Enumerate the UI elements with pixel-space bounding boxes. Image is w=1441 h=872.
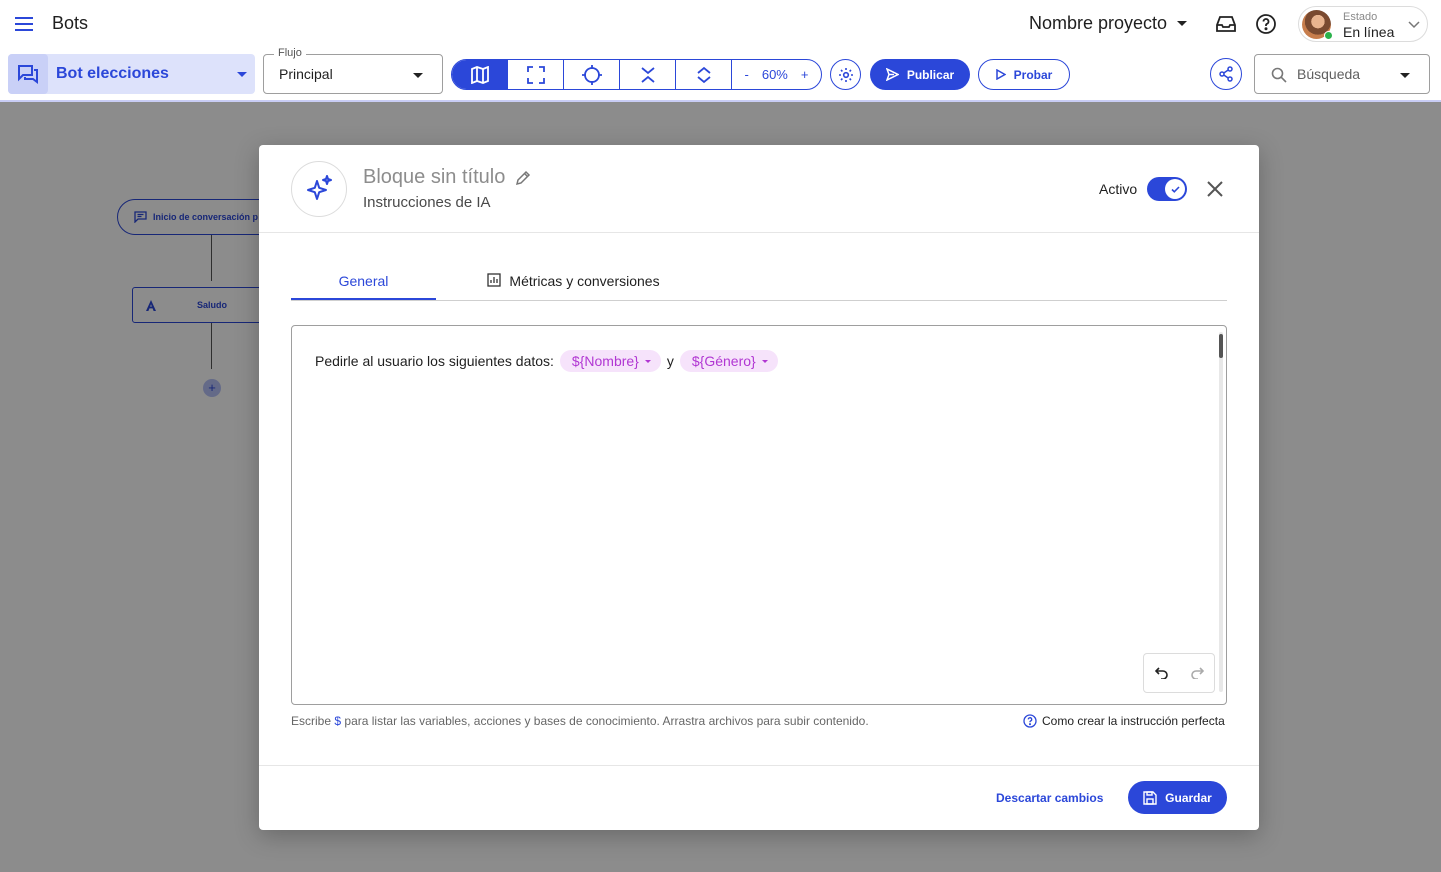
close-icon[interactable]: [1205, 179, 1225, 199]
share-button[interactable]: [1210, 58, 1242, 90]
expand-button[interactable]: [676, 60, 732, 89]
bot-name: Bot elecciones: [56, 65, 169, 82]
search-placeholder: Búsqueda: [1297, 66, 1361, 82]
map-view-button[interactable]: [452, 60, 508, 89]
scrollbar-thumb[interactable]: [1219, 334, 1223, 358]
block-type: Instrucciones de IA: [363, 194, 491, 211]
expand-icon: [696, 66, 711, 83]
fullscreen-icon: [526, 65, 545, 84]
instruction-text: Pedirle al usuario los siguientes datos:…: [315, 350, 778, 372]
map-icon: [470, 65, 489, 84]
variable-chip-label: ${Nombre}: [571, 353, 639, 369]
sparkles-icon: [307, 175, 332, 200]
editor-toolbar: Bot elecciones Flujo Principal - 60% + P…: [0, 47, 1441, 102]
test-label: Probar: [1013, 67, 1053, 82]
chat-bubbles-icon: [8, 54, 48, 94]
flow-legend: Flujo: [274, 47, 306, 59]
redo-icon[interactable]: [1190, 667, 1204, 679]
discard-button[interactable]: Descartar cambios: [996, 791, 1103, 805]
zoom-level: 60%: [761, 67, 788, 82]
hint-prefix: Escribe: [291, 714, 332, 728]
save-label: Guardar: [1165, 790, 1212, 805]
project-name: Nombre proyecto: [1029, 13, 1168, 33]
ai-block-avatar: [291, 161, 347, 217]
collapse-icon: [640, 66, 655, 83]
tab-general[interactable]: General: [291, 273, 436, 300]
chevron-down-icon: [1400, 73, 1410, 78]
hint-suffix: para listar las variables, acciones y ba…: [344, 714, 869, 728]
instruction-help-link[interactable]: Como crear la instrucción perfecta: [1023, 714, 1225, 728]
tab-general-label: General: [338, 273, 389, 289]
test-button[interactable]: Probar: [978, 59, 1070, 90]
search-icon: [1271, 67, 1287, 83]
save-icon: [1143, 790, 1157, 805]
canvas-view-controls: - 60% +: [451, 59, 822, 90]
status-label: Estado: [1343, 11, 1378, 23]
collapse-button[interactable]: [620, 60, 676, 89]
bot-selector[interactable]: Bot elecciones: [8, 54, 255, 94]
chevron-down-icon: [413, 73, 423, 78]
search-input[interactable]: Búsqueda: [1254, 54, 1430, 94]
crosshair-icon: [581, 64, 602, 85]
online-indicator: [1324, 31, 1333, 40]
status-selector[interactable]: Estado En línea: [1298, 6, 1428, 42]
pencil-icon[interactable]: [515, 170, 531, 186]
variable-chip-label: ${Género}: [691, 353, 756, 369]
chevron-down-icon: [1177, 21, 1188, 26]
gear-icon: [838, 67, 853, 82]
send-icon: [885, 68, 899, 81]
help-icon[interactable]: [1255, 13, 1277, 35]
help-link-label: Como crear la instrucción perfecta: [1042, 714, 1225, 728]
chevron-down-icon: [1408, 21, 1420, 29]
chevron-down-icon: [761, 359, 768, 363]
check-icon: [1165, 179, 1185, 199]
variable-chip-nombre[interactable]: ${Nombre}: [559, 350, 661, 372]
publish-label: Publicar: [906, 67, 955, 82]
instruction-connector: y: [666, 353, 674, 369]
chevron-down-icon: [644, 359, 651, 363]
status-value: En línea: [1343, 24, 1395, 40]
publish-button[interactable]: Publicar: [870, 59, 970, 90]
instruction-prefix: Pedirle al usuario los siguientes datos:: [315, 353, 554, 369]
block-title-text: Bloque sin título: [363, 166, 506, 188]
question-circle-icon: [1023, 714, 1037, 728]
zoom-in-button[interactable]: +: [801, 67, 809, 82]
zoom-out-button[interactable]: -: [745, 67, 749, 82]
app-title: Bots: [52, 13, 89, 33]
fit-screen-button[interactable]: [508, 60, 564, 89]
instruction-editor[interactable]: Pedirle al usuario los siguientes datos:…: [291, 325, 1227, 705]
block-editor-dialog: Bloque sin título Instrucciones de IA Ac…: [259, 145, 1259, 830]
chevron-down-icon: [237, 72, 247, 77]
flow-select[interactable]: Flujo Principal: [263, 47, 443, 94]
active-label: Activo: [1099, 181, 1138, 197]
hint-symbol: $: [334, 714, 342, 728]
dialog-tabs: General Métricas y conversiones: [291, 273, 1227, 301]
dialog-header: Bloque sin título Instrucciones de IA Ac…: [259, 145, 1259, 233]
inbox-icon[interactable]: [1214, 12, 1238, 36]
flow-value: Principal: [279, 66, 333, 82]
tab-metrics[interactable]: Métricas y conversiones: [486, 273, 661, 300]
bar-chart-icon: [487, 273, 502, 287]
history-controls: [1143, 653, 1215, 693]
play-icon: [995, 69, 1006, 80]
center-button[interactable]: [564, 60, 620, 89]
tab-metrics-label: Métricas y conversiones: [509, 273, 660, 289]
editor-scrollbar[interactable]: [1219, 332, 1223, 692]
zoom-control: - 60% +: [732, 60, 821, 89]
dialog-footer: Descartar cambios Guardar: [259, 765, 1259, 830]
menu-icon[interactable]: [14, 14, 34, 34]
top-header: Bots Nombre proyecto Estado En línea: [0, 0, 1441, 48]
settings-button[interactable]: [830, 59, 861, 90]
project-selector[interactable]: Nombre proyecto: [1029, 13, 1188, 34]
block-title[interactable]: Bloque sin título: [363, 166, 531, 189]
editor-hint: Escribe $ para listar las variables, acc…: [291, 714, 869, 728]
save-button[interactable]: Guardar: [1128, 781, 1227, 814]
variable-chip-genero[interactable]: ${Género}: [679, 350, 778, 372]
active-toggle[interactable]: [1147, 177, 1187, 201]
undo-icon[interactable]: [1154, 667, 1169, 679]
share-icon: [1219, 66, 1233, 82]
